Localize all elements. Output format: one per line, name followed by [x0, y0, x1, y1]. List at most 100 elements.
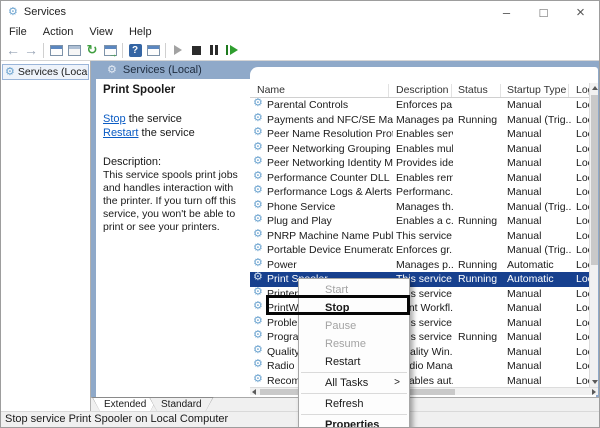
column-header-status[interactable]: Status	[458, 84, 488, 96]
service-row[interactable]: ⚙ Portable Device Enumerator...Enforces g…	[250, 243, 589, 258]
scroll-left-icon[interactable]	[252, 389, 256, 395]
start-service-icon[interactable]	[169, 42, 187, 58]
help-icon[interactable]	[126, 42, 144, 58]
service-name: Payments and NFC/SE Man...	[267, 113, 393, 126]
console-tree-pane: ⚙ Services (Local)	[1, 61, 91, 413]
service-description-pane: Print Spooler Stop the service Restart t…	[96, 79, 250, 397]
service-log-on-as: Loc...	[576, 157, 589, 169]
maximize-icon: □	[539, 4, 548, 20]
column-separator	[568, 84, 569, 97]
service-row[interactable]: ⚙ Performance Counter DLL ...Enables rem.…	[250, 171, 589, 186]
service-row[interactable]: ⚙ Phone Service Manages th... Manual (Trig.…	[250, 200, 589, 215]
taskpad-view-icon[interactable]	[144, 42, 162, 58]
pause-service-icon[interactable]	[205, 42, 223, 58]
service-status: Running	[458, 113, 498, 126]
services-window: ⚙ Services – □ × FileActionViewHelp ⚙ Se…	[0, 0, 600, 428]
service-row[interactable]: ⚙ Parental Controls Enforces pa... Manual Lo…	[250, 98, 589, 113]
service-startup-type: Manual	[507, 374, 542, 387]
column-separator	[388, 84, 389, 97]
close-button[interactable]: ×	[562, 1, 599, 23]
menu-item-properties[interactable]: Properties	[299, 416, 409, 427]
service-startup-type: Manual	[507, 128, 542, 140]
service-startup-type: Manual	[507, 287, 542, 300]
service-row[interactable]: ⚙ Payments and NFC/SE Man...Manages pa...…	[250, 113, 589, 128]
stop-link-suffix: the service	[125, 113, 182, 125]
toolbar	[1, 40, 599, 61]
menu-help[interactable]: Help	[121, 26, 160, 38]
vertical-scrollbar[interactable]	[589, 83, 598, 387]
service-row[interactable]: ⚙ PNRP Machine Name Publi... This service …	[250, 229, 589, 244]
service-gear-icon: ⚙	[107, 63, 117, 76]
service-log-on-as: Loc...	[576, 273, 589, 285]
properties-icon[interactable]	[65, 42, 83, 58]
submenu-arrow-icon: >	[394, 377, 400, 388]
forward-icon[interactable]	[22, 42, 40, 58]
menu-action[interactable]: Action	[35, 26, 82, 38]
menu-view[interactable]: View	[81, 26, 121, 38]
service-name: Portable Device Enumerator...	[267, 244, 393, 256]
service-name: Peer Networking Identity M...	[267, 157, 393, 169]
service-row[interactable]: ⚙ Peer Networking Identity M... Provides i…	[250, 156, 589, 171]
column-header-startup-type[interactable]: Startup Type	[507, 84, 566, 96]
service-startup-type: Automatic	[507, 258, 554, 271]
service-log-on-as: Loc...	[576, 128, 589, 140]
back-icon[interactable]	[4, 42, 22, 58]
toolbar-separator	[122, 42, 123, 58]
service-row[interactable]: ⚙ Plug and Play Enables a c... Running Manua…	[250, 214, 589, 229]
service-gear-icon: ⚙	[253, 272, 263, 283]
scroll-up-icon[interactable]	[592, 86, 598, 90]
column-separator	[500, 84, 501, 97]
refresh-icon[interactable]	[83, 42, 101, 58]
menu-item-refresh[interactable]: Refresh	[299, 395, 409, 413]
service-row[interactable]: ⚙ Peer Networking Grouping Enables mul... M…	[250, 142, 589, 157]
stop-service-link[interactable]: Stop	[103, 113, 126, 125]
menu-item-restart[interactable]: Restart	[299, 353, 409, 371]
scroll-down-icon[interactable]	[592, 380, 598, 384]
restart-link-suffix: the service	[138, 127, 195, 139]
minimize-icon: –	[502, 4, 511, 20]
service-row[interactable]: ⚙ Power Manages p... Running Automatic Loc...	[250, 258, 589, 273]
minimize-button[interactable]: –	[488, 1, 525, 23]
tree-item-services-local[interactable]: ⚙ Services (Local)	[2, 64, 89, 80]
maximize-button[interactable]: □	[525, 1, 562, 23]
service-name: Phone Service	[267, 200, 336, 213]
column-header-description[interactable]: Description	[396, 84, 449, 96]
restart-service-icon[interactable]	[223, 42, 241, 58]
selected-service-title: Print Spooler	[103, 84, 176, 96]
service-startup-type: Manual	[507, 99, 542, 111]
service-status: Running	[458, 258, 498, 271]
service-status: Running	[458, 215, 498, 227]
stop-service-icon[interactable]	[187, 42, 205, 58]
service-log-on-as: Loc...	[576, 374, 589, 387]
service-log-on-as: Loc...	[576, 113, 589, 126]
tab-standard-label: Standard	[161, 399, 202, 410]
stop-highlight-annotation	[266, 295, 410, 315]
service-startup-type: Manual	[507, 186, 542, 198]
menu-item-all-tasks[interactable]: All Tasks >	[299, 374, 409, 392]
service-row[interactable]: ⚙ Performance Logs & Alerts Performanc... M…	[250, 185, 589, 200]
service-startup-type: Manual	[507, 302, 542, 314]
vertical-scroll-thumb[interactable]	[591, 95, 598, 265]
menu-item-pause: Pause	[325, 320, 357, 332]
service-description: Manages th...	[396, 200, 453, 213]
show-console-tree-icon[interactable]	[47, 42, 65, 58]
service-description: This service ...	[396, 229, 453, 242]
service-description: Enforces pa...	[396, 99, 453, 111]
service-startup-type: Manual	[507, 331, 542, 343]
export-list-icon[interactable]	[101, 42, 119, 59]
column-header-name[interactable]: Name	[257, 84, 285, 96]
restart-service-link[interactable]: Restart	[103, 127, 138, 139]
service-startup-type: Manual	[507, 229, 542, 242]
service-gear-icon: ⚙	[253, 243, 263, 254]
service-gear-icon: ⚙	[253, 214, 263, 225]
service-gear-icon: ⚙	[253, 315, 263, 327]
service-gear-icon: ⚙	[253, 301, 263, 312]
service-log-on-as: Loc...	[576, 99, 589, 111]
service-row[interactable]: ⚙ Peer Name Resolution Prot... Enables ser…	[250, 127, 589, 142]
menu-file[interactable]: File	[1, 26, 35, 38]
service-gear-icon: ⚙	[253, 185, 263, 196]
service-description: Manages pa...	[396, 113, 453, 126]
taskpad-header-label: Services (Local)	[122, 64, 202, 76]
scroll-right-icon[interactable]	[592, 389, 596, 395]
service-log-on-as: Loc...	[576, 186, 589, 198]
